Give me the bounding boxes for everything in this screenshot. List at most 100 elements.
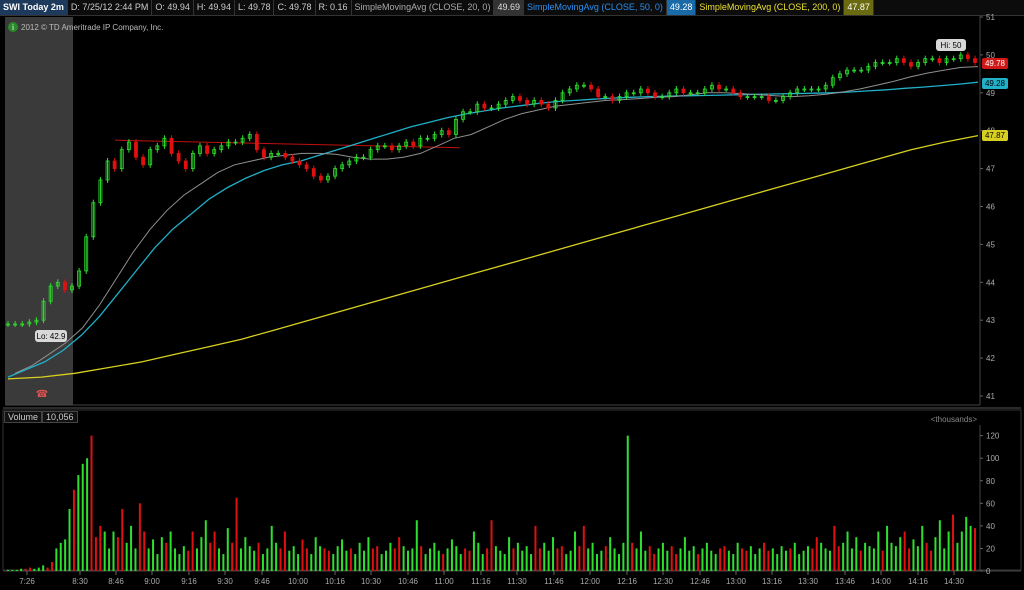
resistance-line[interactable]: [114, 139, 461, 149]
time-tick-label: 12:00: [580, 577, 601, 586]
time-tick-label: 10:30: [361, 577, 382, 586]
volume-bar: [450, 539, 453, 571]
volume-bar: [692, 546, 695, 571]
time-tick-label: 10:16: [325, 577, 346, 586]
time-tick-label: 13:46: [835, 577, 856, 586]
time-tick-label: 14:00: [871, 577, 892, 586]
volume-bar: [217, 548, 220, 571]
candle-body: [290, 156, 295, 162]
volume-bar: [622, 542, 625, 571]
volume-bar: [428, 548, 431, 571]
volume-bar: [468, 550, 471, 571]
volume-bar: [828, 550, 831, 571]
candle-body: [262, 149, 266, 158]
price-tick-label: 45: [986, 240, 995, 249]
candle-body: [646, 88, 650, 94]
volume-bar: [270, 525, 273, 571]
volume-bar: [820, 542, 823, 571]
volume-bar: [543, 542, 546, 571]
volume-bar: [670, 546, 673, 571]
time-tick-label: 14:30: [944, 577, 965, 586]
volume-bar: [222, 554, 225, 571]
volume-bar: [358, 542, 361, 571]
volume-bar: [213, 531, 216, 571]
volume-bar: [292, 546, 295, 571]
volume-bar: [705, 542, 708, 571]
volume-bar: [894, 546, 897, 571]
volume-bar: [908, 548, 911, 571]
sma200-line[interactable]: [7, 134, 979, 380]
volume-bar: [446, 548, 449, 571]
price-chart[interactable]: i 2012 © TD Ameritrade IP Company, Inc. …: [0, 0, 1024, 590]
time-tick-label: 9:46: [254, 577, 270, 586]
volume-bar: [371, 548, 374, 571]
volume-bar: [477, 542, 480, 571]
volume-tick-label: 100: [986, 454, 1000, 463]
volume-bar: [297, 554, 300, 571]
volume-bar: [881, 550, 884, 571]
volume-bar: [657, 548, 660, 571]
time-tick-label: 10:46: [398, 577, 419, 586]
candle-body: [318, 175, 323, 181]
volume-bar: [349, 548, 352, 571]
volume-bar: [103, 531, 106, 571]
volume-bar: [305, 548, 308, 571]
volume-bar: [534, 525, 537, 571]
time-tick-label: 13:30: [798, 577, 819, 586]
volume-bar: [424, 554, 427, 571]
volume-bar: [798, 554, 801, 571]
volume-bar: [925, 542, 928, 571]
volume-tick-label: 40: [986, 522, 995, 531]
candle-body: [973, 58, 977, 63]
volume-bar: [174, 548, 177, 571]
volume-bar: [947, 531, 950, 571]
candle-body: [205, 145, 209, 154]
candle-body: [937, 58, 942, 63]
alert-phone-icon[interactable]: ☎: [36, 389, 48, 400]
lo-label: Lo: 42.9: [37, 332, 66, 341]
volume-bar: [165, 542, 168, 571]
volume-bar: [736, 542, 739, 571]
time-tick-label: 14:16: [908, 577, 929, 586]
sma50-line[interactable]: [7, 81, 979, 378]
candle-body: [134, 141, 138, 158]
volume-bar: [90, 435, 93, 571]
candle-body: [681, 88, 686, 94]
volume-bar: [459, 554, 462, 571]
price-tick-label: 51: [986, 13, 995, 22]
volume-bar: [442, 554, 445, 571]
volume-bar: [617, 554, 620, 571]
sma20-line[interactable]: [14, 66, 979, 374]
candle-body: [62, 281, 67, 291]
volume-bar: [323, 548, 326, 571]
volume-bar: [108, 548, 111, 571]
price-tick-label: 49: [986, 89, 995, 98]
volume-bar: [965, 516, 968, 571]
volume-bar: [723, 546, 726, 571]
volume-bar: [341, 539, 344, 571]
volume-bar: [42, 565, 45, 571]
volume-bar: [679, 548, 682, 571]
volume-bar: [938, 520, 941, 571]
volume-bar: [55, 548, 58, 571]
lo-annotation: Lo: 42.9: [35, 330, 67, 342]
candle-body: [297, 160, 302, 166]
volume-bar: [912, 539, 915, 571]
volume-bar: [244, 537, 247, 571]
volume-bar: [600, 550, 603, 571]
volume-bar: [569, 550, 572, 571]
volume-bar: [837, 546, 840, 571]
volume-bars[interactable]: [7, 435, 976, 571]
volume-bar: [499, 550, 502, 571]
sma200-tag-value: 47.87: [985, 131, 1006, 140]
volume-bar: [547, 550, 550, 571]
volume-bar: [648, 546, 651, 571]
volume-bar: [257, 542, 260, 571]
volume-bar: [28, 567, 31, 571]
volume-bar: [266, 548, 269, 571]
volume-bar: [956, 542, 959, 571]
volume-bar: [613, 548, 616, 571]
volume-bar: [767, 550, 770, 571]
volume-bar: [433, 542, 436, 571]
volume-bar: [125, 542, 128, 571]
